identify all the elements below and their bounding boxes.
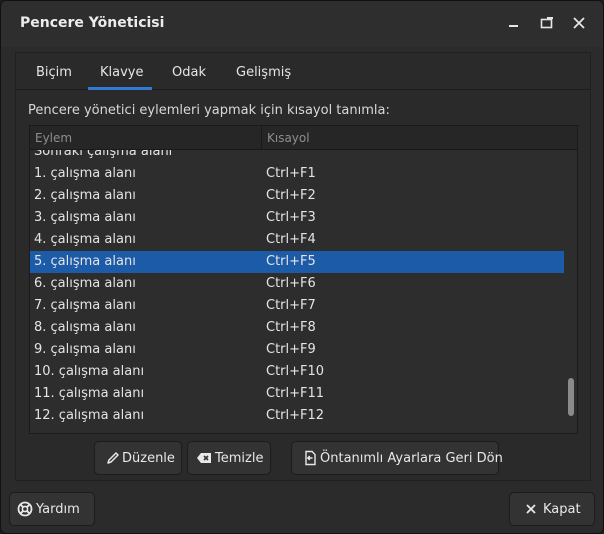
action-cell: 2. çalışma alanı	[34, 188, 136, 203]
help-button-label: Yardım	[36, 502, 80, 517]
table-row[interactable]: 2. çalışma alanı Ctrl+F2	[30, 185, 564, 207]
pencil-icon	[105, 450, 121, 466]
action-cell: 7. çalışma alanı	[34, 298, 136, 313]
table-row[interactable]: 12. çalışma alanı Ctrl+F12	[30, 405, 564, 427]
table-row[interactable]: 3. çalışma alanı Ctrl+F3	[30, 207, 564, 229]
close-icon[interactable]	[569, 13, 589, 33]
close-icon	[523, 501, 539, 517]
table-row[interactable]: 6. çalışma alanı Ctrl+F6	[30, 273, 564, 295]
reset-defaults-button[interactable]: Öntanımlı Ayarlara Geri Dön	[291, 441, 503, 475]
table-row[interactable]: 7. çalışma alanı Ctrl+F7	[30, 295, 564, 317]
action-cell: 4. çalışma alanı	[34, 232, 136, 247]
shortcut-cell: Ctrl+F7	[266, 298, 316, 313]
tab-bicim[interactable]: Biçim	[36, 65, 72, 80]
shortcut-table: Eylem Kısayol Sonraki çalışma alanı 1. ç…	[29, 125, 578, 434]
backspace-icon	[196, 450, 212, 466]
column-separator	[261, 126, 262, 150]
tab-bar: Biçim Klavye Odak Gelişmiş	[16, 53, 590, 90]
shortcut-cell: Ctrl+F12	[266, 408, 325, 423]
table-row[interactable]: Sonraki çalışma alanı	[30, 150, 564, 163]
dialog-window: Pencere Yöneticisi Biçim Klavye Odak Gel…	[0, 0, 604, 534]
maximize-icon[interactable]	[537, 13, 557, 33]
action-cell: 8. çalışma alanı	[34, 320, 136, 335]
table-row-selected[interactable]: 5. çalışma alanı Ctrl+F5	[30, 251, 564, 273]
lifebuoy-icon	[17, 501, 33, 517]
scrollbar-thumb[interactable]	[568, 378, 574, 416]
edit-button[interactable]: Düzenle	[94, 441, 182, 475]
window-title: Pencere Yöneticisi	[20, 15, 165, 31]
action-cell: 9. çalışma alanı	[34, 342, 136, 357]
edit-button-label: Düzenle	[122, 451, 175, 466]
reset-defaults-button-label: Öntanımlı Ayarlara Geri Dön	[320, 451, 503, 466]
shortcut-cell: Ctrl+F5	[266, 254, 316, 269]
action-cell: 10. çalışma alanı	[34, 364, 145, 379]
notebook: Biçim Klavye Odak Gelişmiş Pencere yönet…	[15, 52, 591, 481]
shortcut-cell: Ctrl+F2	[266, 188, 316, 203]
table-row[interactable]: 11. çalışma alanı Ctrl+F11	[30, 383, 564, 405]
minimize-icon[interactable]	[504, 13, 524, 33]
shortcut-cell: Ctrl+F6	[266, 276, 316, 291]
close-button-label: Kapat	[543, 502, 581, 517]
document-revert-icon	[302, 450, 318, 466]
action-cell: 1. çalışma alanı	[34, 166, 136, 181]
action-cell: Sonraki çalışma alanı	[34, 150, 173, 159]
action-cell: 12. çalışma alanı	[34, 408, 145, 423]
clear-button[interactable]: Temizle	[187, 441, 271, 475]
shortcut-cell: Ctrl+F9	[266, 342, 316, 357]
table-header: Eylem Kısayol	[30, 126, 577, 150]
tab-odak[interactable]: Odak	[172, 65, 206, 80]
shortcut-cell: Ctrl+F10	[266, 364, 325, 379]
title-bar[interactable]: Pencere Yöneticisi	[1, 1, 603, 47]
column-header-shortcut[interactable]: Kısayol	[267, 131, 310, 145]
shortcut-cell: Ctrl+F3	[266, 210, 316, 225]
close-button[interactable]: Kapat	[509, 492, 595, 526]
shortcut-cell: Ctrl+F4	[266, 232, 316, 247]
action-cell: 11. çalışma alanı	[34, 386, 145, 401]
action-cell: 5. çalışma alanı	[34, 254, 136, 269]
table-row[interactable]: 4. çalışma alanı Ctrl+F4	[30, 229, 564, 251]
column-header-action[interactable]: Eylem	[35, 131, 72, 145]
action-cell: 3. çalışma alanı	[34, 210, 136, 225]
shortcut-cell: Ctrl+F11	[266, 386, 325, 401]
tab-gelismis[interactable]: Gelişmiş	[236, 65, 291, 80]
shortcut-cell: Ctrl+F8	[266, 320, 316, 335]
tab-klavye[interactable]: Klavye	[100, 65, 144, 80]
shortcut-cell: Ctrl+F1	[266, 166, 316, 181]
help-button[interactable]: Yardım	[9, 492, 95, 526]
table-body: Sonraki çalışma alanı 1. çalışma alanı C…	[30, 150, 564, 433]
description-label: Pencere yönetici eylemleri yapmak için k…	[28, 103, 390, 118]
action-cell: 6. çalışma alanı	[34, 276, 136, 291]
table-row[interactable]: 10. çalışma alanı Ctrl+F10	[30, 361, 564, 383]
table-row[interactable]: 9. çalışma alanı Ctrl+F9	[30, 339, 564, 361]
active-tab-indicator	[88, 87, 152, 90]
table-row[interactable]: 8. çalışma alanı Ctrl+F8	[30, 317, 564, 339]
table-row[interactable]: 1. çalışma alanı Ctrl+F1	[30, 163, 564, 185]
clear-button-label: Temizle	[215, 451, 264, 466]
